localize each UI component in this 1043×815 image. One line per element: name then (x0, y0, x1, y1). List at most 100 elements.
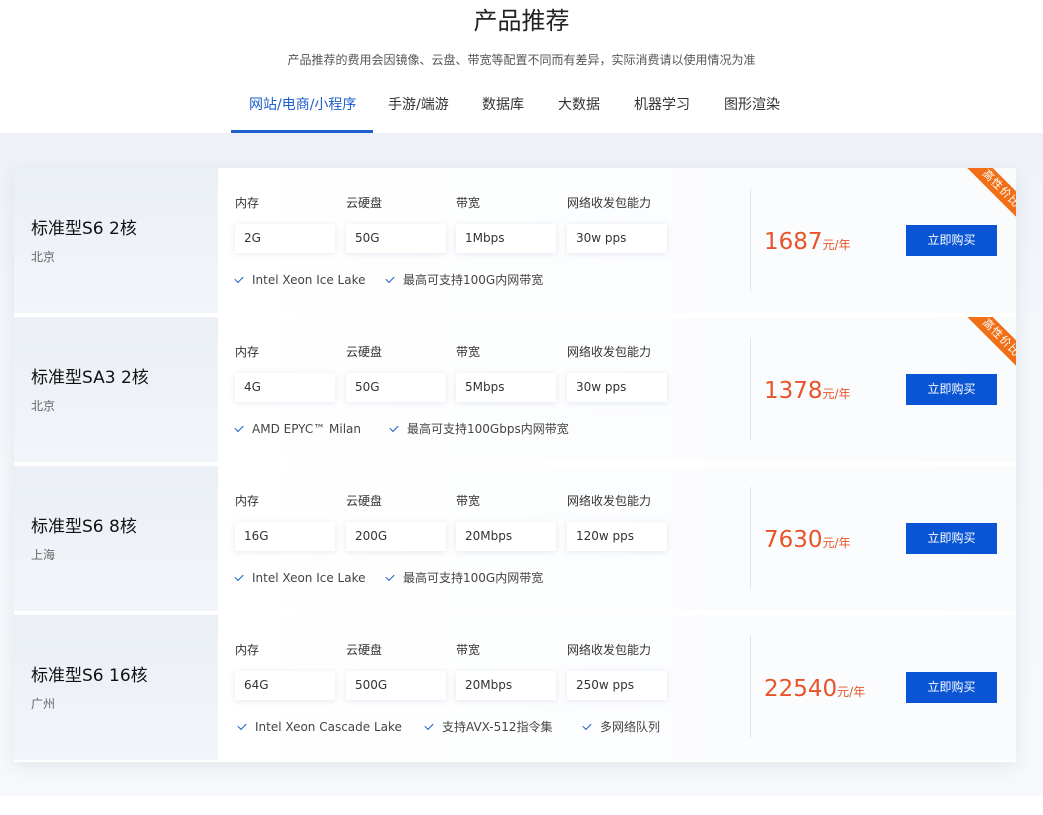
product-card: 标准型S6 2核 北京 内存 云硬盘 带宽 网络收发包能力 2G 50G 1Mb… (14, 168, 1016, 313)
check-icon (385, 273, 395, 284)
disk-value: 500G (346, 671, 446, 700)
divider (750, 338, 751, 440)
price: 22540元/年 (764, 675, 865, 706)
feature-text: Intel Xeon Ice Lake (252, 571, 366, 585)
tab-big-data[interactable]: 大数据 (558, 84, 600, 133)
pps-label: 网络收发包能力 (567, 494, 652, 508)
bandwidth-value: 20Mbps (456, 671, 556, 700)
check-icon (582, 720, 592, 731)
ribbon-label: 高性价比 (961, 317, 1016, 372)
pps-label: 网络收发包能力 (567, 643, 652, 657)
tab-database[interactable]: 数据库 (482, 84, 524, 133)
disk-value: 200G (346, 522, 446, 551)
price: 1687元/年 (764, 228, 851, 259)
memory-value: 64G (235, 671, 335, 700)
price-unit: 元/年 (822, 238, 851, 252)
bandwidth-value: 20Mbps (456, 522, 556, 551)
feature-item: 支持AVX-512指令集 (424, 720, 553, 734)
value-ribbon: 高性价比 (961, 317, 1016, 372)
disk-value: 50G (346, 373, 446, 402)
buy-now-button[interactable]: 立即购买 (906, 225, 997, 256)
pps-value: 250w pps (567, 671, 667, 700)
product-summary: 标准型S6 16核 广州 (14, 615, 218, 760)
price-unit: 元/年 (822, 536, 851, 550)
divider (750, 189, 751, 291)
memory-value: 4G (235, 373, 335, 402)
product-details: 内存 云硬盘 带宽 网络收发包能力 4G 50G 5Mbps 30w pps A… (218, 317, 1016, 462)
feature-item: Intel Xeon Ice Lake (234, 571, 366, 585)
bandwidth-label: 带宽 (456, 643, 481, 657)
check-icon (389, 422, 399, 433)
value-ribbon: 高性价比 (961, 168, 1016, 223)
buy-now-button[interactable]: 立即购买 (906, 523, 997, 554)
product-region: 北京 (31, 250, 56, 264)
memory-value: 2G (235, 224, 335, 253)
pps-label: 网络收发包能力 (567, 196, 652, 210)
price-unit: 元/年 (822, 387, 851, 401)
product-name: 标准型S6 2核 (31, 219, 137, 239)
price-value: 1687 (764, 229, 823, 255)
bandwidth-value: 1Mbps (456, 224, 556, 253)
disk-label: 云硬盘 (346, 494, 383, 508)
feature-text: 最高可支持100Gbps内网带宽 (407, 422, 569, 436)
price: 1378元/年 (764, 377, 851, 408)
check-icon (234, 571, 244, 582)
memory-label: 内存 (235, 494, 260, 508)
disk-label: 云硬盘 (346, 643, 383, 657)
buy-now-button[interactable]: 立即购买 (906, 672, 997, 703)
price-unit: 元/年 (837, 685, 866, 699)
divider (750, 487, 751, 589)
memory-label: 内存 (235, 196, 260, 210)
product-region: 广州 (31, 697, 56, 711)
feature-text: 最高可支持100G内网带宽 (403, 571, 544, 585)
bandwidth-value: 5Mbps (456, 373, 556, 402)
tab-machine-learning[interactable]: 机器学习 (634, 84, 690, 133)
bandwidth-label: 带宽 (456, 345, 481, 359)
pps-value: 30w pps (567, 373, 667, 402)
page-footer-space (0, 796, 1043, 815)
feature-text: 多网络队列 (600, 720, 661, 734)
buy-now-button[interactable]: 立即购买 (906, 374, 997, 405)
feature-text: AMD EPYC™ Milan (252, 422, 362, 436)
check-icon (234, 422, 244, 433)
bandwidth-label: 带宽 (456, 196, 481, 210)
product-details: 内存 云硬盘 带宽 网络收发包能力 64G 500G 20Mbps 250w p… (218, 615, 1016, 760)
check-icon (234, 273, 244, 284)
pps-value: 120w pps (567, 522, 667, 551)
tab-website-ecommerce[interactable]: 网站/电商/小程序 (230, 84, 374, 133)
price-value: 22540 (764, 676, 838, 702)
page-title: 产品推荐 (473, 7, 570, 35)
product-details: 内存 云硬盘 带宽 网络收发包能力 16G 200G 20Mbps 120w p… (218, 466, 1016, 611)
tab-games[interactable]: 手游/端游 (388, 84, 449, 133)
product-summary: 标准型SA3 2核 北京 (14, 317, 218, 462)
feature-item: 多网络队列 (582, 720, 661, 734)
category-tabs: 网站/电商/小程序 手游/端游 数据库 大数据 机器学习 图形渲染 (0, 84, 1043, 133)
feature-text: Intel Xeon Cascade Lake (255, 720, 402, 734)
page-header: 产品推荐 产品推荐的费用会因镜像、云盘、带宽等配置不同而有差异，实际消费请以使用… (0, 0, 1043, 133)
disk-value: 50G (346, 224, 446, 253)
pps-label: 网络收发包能力 (567, 345, 652, 359)
feature-text: 最高可支持100G内网带宽 (403, 273, 544, 287)
feature-text: 支持AVX-512指令集 (442, 720, 553, 734)
memory-label: 内存 (235, 643, 260, 657)
product-list: 标准型S6 2核 北京 内存 云硬盘 带宽 网络收发包能力 2G 50G 1Mb… (14, 168, 1016, 762)
price-value: 7630 (764, 527, 823, 553)
product-name: 标准型SA3 2核 (31, 368, 149, 388)
memory-label: 内存 (235, 345, 260, 359)
check-icon (424, 720, 434, 731)
memory-value: 16G (235, 522, 335, 551)
feature-item: AMD EPYC™ Milan (234, 422, 362, 436)
product-card: 标准型SA3 2核 北京 内存 云硬盘 带宽 网络收发包能力 4G 50G 5M… (14, 317, 1016, 462)
feature-text: Intel Xeon Ice Lake (252, 273, 366, 287)
price: 7630元/年 (764, 526, 851, 557)
feature-item: Intel Xeon Ice Lake (234, 273, 366, 287)
disk-label: 云硬盘 (346, 345, 383, 359)
product-summary: 标准型S6 2核 北京 (14, 168, 218, 313)
product-details: 内存 云硬盘 带宽 网络收发包能力 2G 50G 1Mbps 30w pps I… (218, 168, 1016, 313)
check-icon (385, 571, 395, 582)
feature-item: 最高可支持100G内网带宽 (385, 571, 544, 585)
feature-item: 最高可支持100G内网带宽 (385, 273, 544, 287)
price-value: 1378 (764, 378, 823, 404)
product-region: 上海 (31, 548, 56, 562)
tab-graphics-rendering[interactable]: 图形渲染 (724, 84, 780, 133)
